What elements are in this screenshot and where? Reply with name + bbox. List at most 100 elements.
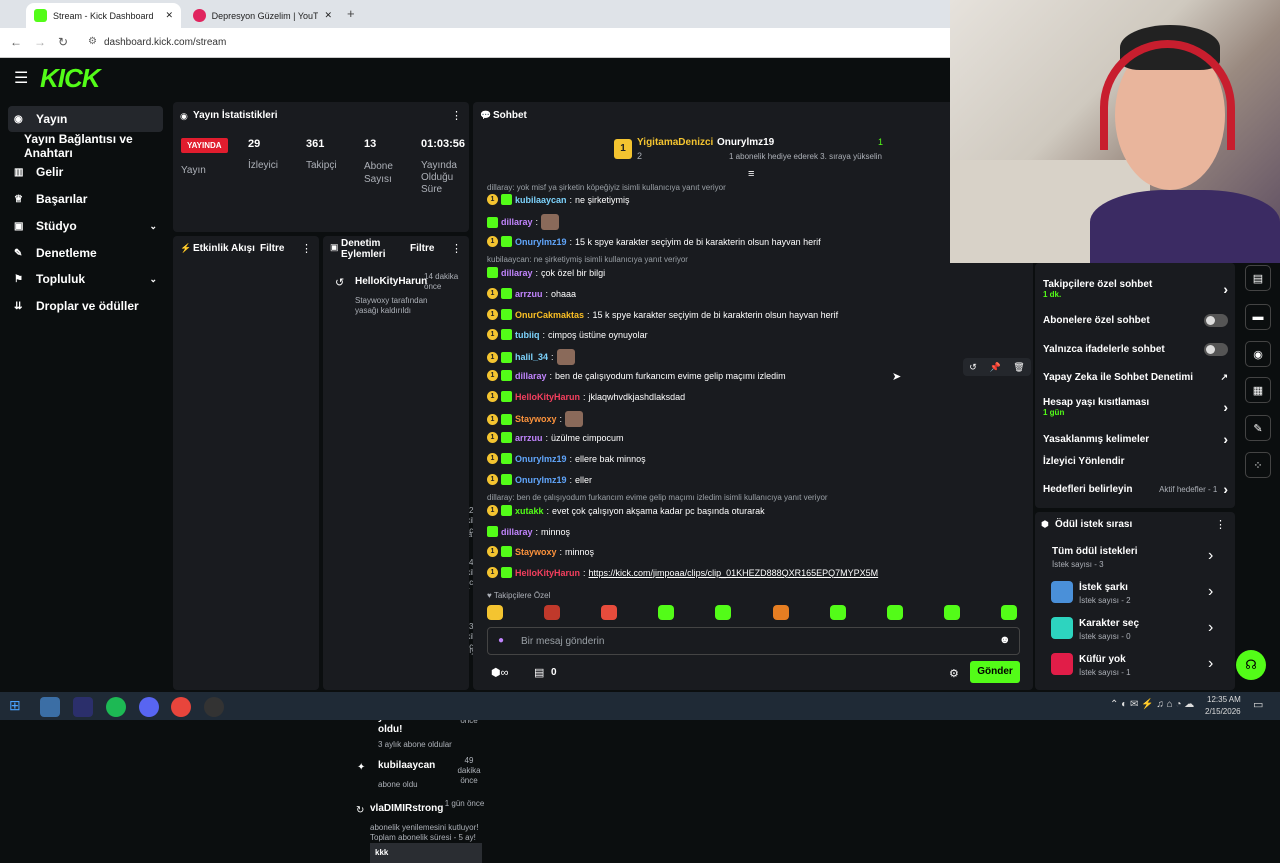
emoji-icon[interactable]: ☻ [999, 634, 1011, 646]
close-tab-icon[interactable]: ✕ [324, 10, 332, 21]
wrench-icon[interactable]: ✎ [1245, 415, 1271, 441]
chrome-icon[interactable] [171, 697, 191, 717]
modlog-user[interactable]: HelloKityHarun [355, 276, 427, 287]
close-tab-icon[interactable]: ✕ [165, 10, 173, 21]
chat-username[interactable]: arrzuu [515, 433, 543, 443]
setting-row[interactable]: Takipçilere özel sohbet 1 dk. › [1043, 279, 1228, 299]
new-tab-icon[interactable]: + [347, 6, 355, 21]
chat-username[interactable]: Staywoxy [515, 414, 557, 424]
more-icon[interactable]: ⋮ [451, 109, 462, 122]
browser-tab-kick[interactable]: Stream - Kick Dashboard ✕ [26, 3, 181, 28]
chat-username[interactable]: dillaray [515, 371, 547, 381]
chat-username[interactable]: tubiiq [515, 330, 540, 340]
discord-icon[interactable] [139, 697, 159, 717]
app-icon[interactable] [73, 697, 93, 717]
browser-tab-youtube[interactable]: Depresyon Güzelim | YouTube M ✕ [185, 3, 340, 28]
sidebar-item[interactable]: ▥ Gelir [8, 159, 163, 185]
site-info-icon[interactable]: ⚙ [88, 36, 97, 47]
chat-settings-icon[interactable]: ⚙ [949, 667, 959, 680]
toggle-switch[interactable] [1204, 314, 1228, 327]
chevron-right-icon[interactable]: › [1223, 481, 1228, 497]
sidebar-item[interactable]: ◉ Yayın [8, 106, 163, 132]
setting-row[interactable]: Hesap yaşı kısıtlaması 1 gün › [1043, 397, 1228, 417]
back-icon[interactable]: ← [10, 35, 22, 49]
activity-user[interactable]: vlaDIMIRstrong [370, 803, 445, 815]
chat-username[interactable]: Staywoxy [515, 547, 557, 557]
emote-icon[interactable] [544, 605, 561, 620]
sidebar-item[interactable]: Yayın Bağlantısı ve Anahtarı [8, 132, 163, 160]
chat-username[interactable]: kubilaaycan [515, 195, 567, 205]
chat-username[interactable]: dillaray [501, 268, 533, 278]
points-icon[interactable]: ⬢∞ [491, 666, 508, 679]
chat-username[interactable]: dillaray [501, 527, 533, 537]
app-icon[interactable] [40, 697, 60, 717]
chevron-right-icon[interactable]: › [1223, 281, 1228, 297]
activity-filter-button[interactable]: Filtre [260, 243, 284, 254]
mic-icon[interactable]: ● [498, 635, 504, 646]
collapse-icon[interactable]: ≡ [748, 168, 754, 180]
sidebar-item[interactable]: ▣ Stüdyo ⌄ [8, 213, 163, 239]
chevron-right-icon[interactable]: › [1223, 399, 1228, 415]
pin-icon[interactable]: 📌 [989, 362, 1000, 373]
chat-username[interactable]: Onurylmz19 [515, 237, 567, 247]
sidebar-item[interactable]: ✎ Denetleme [8, 240, 163, 266]
chat-username[interactable]: OnurCakmaktas [515, 310, 584, 320]
reward-label[interactable]: Karakter seç [1079, 618, 1139, 629]
setting-row[interactable]: İzleyici Yönlendir [1043, 456, 1228, 467]
reward-label[interactable]: Tüm ödül istekleri [1052, 546, 1138, 557]
chat-bubble-icon[interactable]: ▬ [1245, 304, 1271, 330]
emote-icon[interactable] [943, 605, 960, 620]
chevron-right-icon[interactable]: › [1208, 619, 1213, 637]
chat-username[interactable]: halil_34 [515, 352, 548, 362]
forward-icon[interactable]: → [34, 35, 46, 49]
url-field[interactable]: dashboard.kick.com/stream [104, 37, 226, 48]
reward-label[interactable]: İstek şarkı [1079, 582, 1128, 593]
clip-link[interactable]: https://kick.com/jimpoaa/clips/clip_01KH… [589, 568, 879, 578]
sidebar-item[interactable]: ♕ Başarılar [8, 186, 163, 212]
notes-icon[interactable]: ▤ [1245, 265, 1271, 291]
chat-username[interactable]: HelloKityHarun [515, 568, 580, 578]
obs-icon[interactable] [204, 697, 224, 717]
notification-icon[interactable]: ▭ [1253, 698, 1263, 711]
emote-icon[interactable] [715, 605, 732, 620]
activity-user[interactable]: kubilaaycan [378, 760, 453, 772]
tray-icons[interactable]: ⌃ ◐ ✉ ⚡ ♫ ⌂ ◔ ☁ [1110, 699, 1194, 710]
undo-icon[interactable]: ↺ [969, 362, 977, 373]
delete-icon[interactable]: 🗑 [1013, 362, 1024, 373]
setting-row[interactable]: Yapay Zeka ile Sohbet Denetimi ↗ [1043, 372, 1228, 383]
chevron-down-icon[interactable]: ⌄ [149, 274, 157, 285]
chevron-right-icon[interactable]: › [1223, 431, 1228, 447]
emote-icon[interactable] [886, 605, 903, 620]
setting-row[interactable]: Abonelere özel sohbet [1043, 314, 1228, 327]
emote-icon[interactable] [829, 605, 846, 620]
chat-username[interactable]: arrzuu [515, 289, 543, 299]
emote-icon[interactable] [487, 605, 503, 620]
store-icon[interactable]: ▤ [534, 666, 544, 679]
layout-icon[interactable]: ▦ [1245, 377, 1271, 403]
sidebar-item[interactable]: ⇊ Droplar ve ödüller [8, 293, 163, 319]
chat-username[interactable]: dillaray [501, 217, 533, 227]
chat-username[interactable]: HelloKityHarun [515, 392, 580, 402]
windows-start-icon[interactable]: ⊞ [9, 697, 21, 714]
more-icon[interactable]: ⋮ [451, 242, 462, 255]
gift-user-name[interactable]: Onurylmz19 [717, 137, 774, 148]
setting-row[interactable]: Hedefleri belirleyin Aktif hedefler - 1 › [1043, 481, 1228, 497]
support-icon[interactable]: ☊ [1236, 650, 1266, 680]
chat-username[interactable]: Onurylmz19 [515, 454, 567, 464]
emote-icon[interactable] [1000, 605, 1017, 620]
setting-row[interactable]: Yalnızca ifadelerle sohbet [1043, 343, 1228, 356]
menu-icon[interactable]: ☰ [14, 68, 28, 88]
chat-username[interactable]: Onurylmz19 [515, 475, 567, 485]
external-link-icon[interactable]: ↗ [1220, 372, 1228, 383]
setting-row[interactable]: Yasaklanmış kelimeler › [1043, 431, 1228, 447]
reload-icon[interactable]: ↻ [58, 35, 68, 49]
chevron-right-icon[interactable]: › [1208, 655, 1213, 673]
reward-label[interactable]: Küfür yok [1079, 654, 1126, 665]
sidebar-item[interactable]: ⚑ Topluluk ⌄ [8, 266, 163, 292]
modlog-filter-button[interactable]: Filtre [410, 243, 434, 254]
emote-icon[interactable] [772, 605, 789, 620]
send-button[interactable]: Gönder [970, 661, 1020, 683]
spotify-icon[interactable] [106, 697, 126, 717]
top-gifter-name[interactable]: YigitamaDenizci [637, 137, 713, 148]
chat-username[interactable]: xutakk [515, 506, 544, 516]
